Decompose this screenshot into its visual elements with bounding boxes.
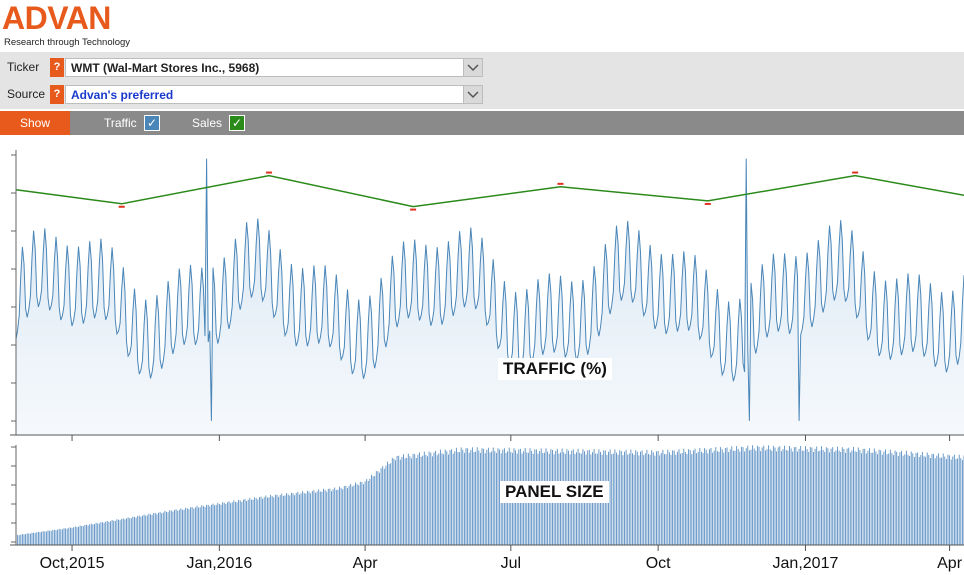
brand-logo: ADVAN Research through Technology: [2, 0, 302, 50]
source-value: Advan's preferred: [71, 88, 174, 102]
x-tick-label: Oct,2015: [40, 555, 105, 572]
brand-tagline: Research through Technology: [4, 37, 131, 48]
sales-point-marker: [852, 171, 859, 174]
control-panel: Ticker ? WMT (Wal-Mart Stores Inc., 5968…: [0, 52, 964, 109]
ticker-help-icon[interactable]: ?: [50, 58, 64, 77]
ticker-value: WMT (Wal-Mart Stores Inc., 5968): [71, 61, 260, 75]
traffic-panel-chart: Oct,2015 Jan,2016 Apr Jul Oct Jan,2017 Apr: [10, 150, 964, 572]
traffic-area: [16, 158, 964, 435]
show-bar: Show Traffic ✓ Sales ✓: [0, 111, 964, 135]
source-row: Source ? Advan's preferred: [0, 84, 490, 106]
sales-point-marker: [704, 202, 711, 205]
x-tick-label: Jul: [501, 555, 521, 572]
sales-point-marker: [266, 171, 273, 174]
sales-toggle-label: Sales: [192, 116, 223, 130]
brand-name: ADVAN: [2, 0, 111, 36]
x-tick-label: Apr: [937, 555, 963, 572]
traffic-checkbox-icon[interactable]: ✓: [144, 115, 160, 131]
source-select[interactable]: Advan's preferred: [65, 85, 483, 104]
sales-point-marker: [410, 208, 417, 211]
x-tick-label: Jan,2016: [186, 555, 252, 572]
panel-chart-title: PANEL SIZE: [500, 481, 609, 503]
x-tick-label: Oct: [646, 555, 671, 572]
source-label: Source: [7, 87, 46, 101]
show-button[interactable]: Show: [0, 111, 70, 135]
traffic-chart-title: TRAFFIC (%): [498, 358, 612, 380]
ticker-select[interactable]: WMT (Wal-Mart Stores Inc., 5968): [65, 58, 483, 77]
sales-series-line: [15, 174, 964, 208]
chevron-down-icon[interactable]: [463, 59, 482, 76]
sales-point-marker: [118, 205, 125, 208]
source-help-icon[interactable]: ?: [50, 85, 64, 104]
ticker-row: Ticker ? WMT (Wal-Mart Stores Inc., 5968…: [0, 57, 490, 79]
x-tick-label: Apr: [353, 555, 379, 572]
sales-checkbox-icon[interactable]: ✓: [229, 115, 245, 131]
sales-point-marker: [557, 182, 564, 185]
x-tick-label: Jan,2017: [773, 555, 839, 572]
traffic-toggle-label: Traffic: [104, 116, 137, 130]
chevron-down-icon[interactable]: [463, 86, 482, 103]
ticker-label: Ticker: [7, 60, 40, 74]
